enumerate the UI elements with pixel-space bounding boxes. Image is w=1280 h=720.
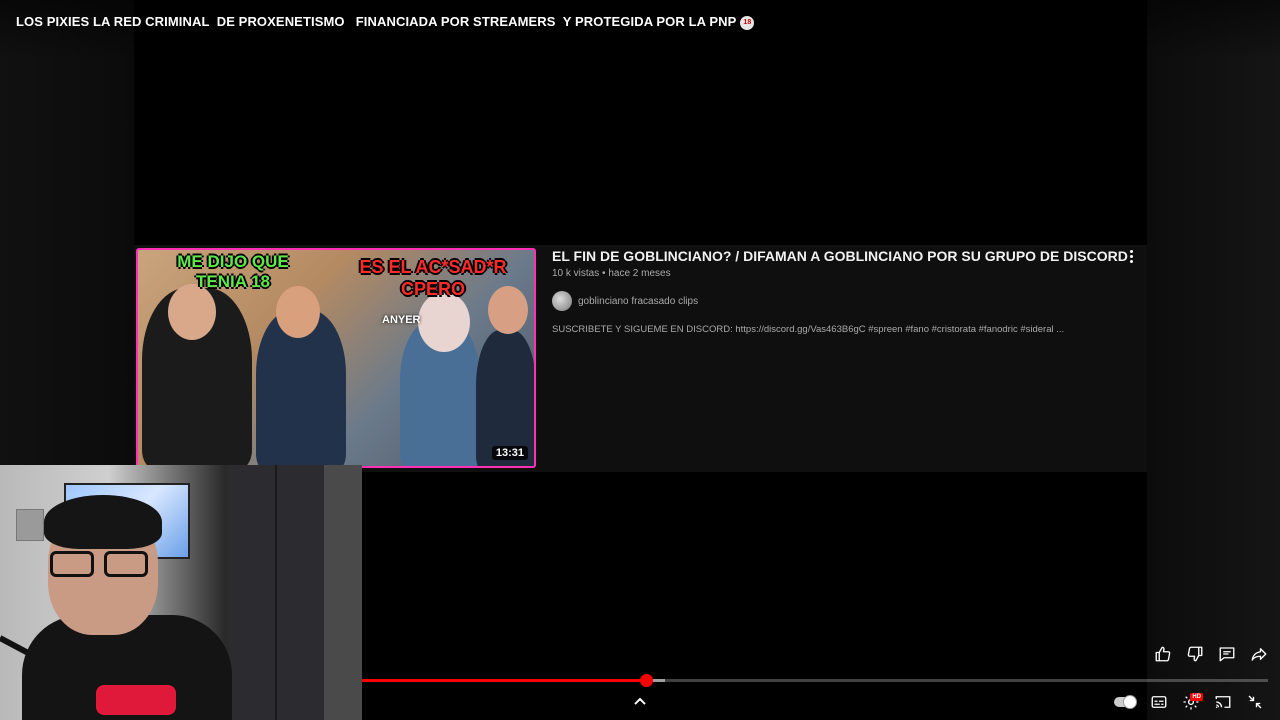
light-switch — [16, 509, 44, 541]
thumbnail-caption-right: ES EL AC*SAD*R CPERO — [359, 257, 507, 299]
video-player[interactable]: LOS PIXIES LA RED CRIMINAL DE PROXENETIS… — [0, 0, 1280, 720]
hd-badge: HD — [1190, 693, 1203, 701]
duration-badge: 13:31 — [491, 446, 528, 460]
chevron-up-icon[interactable] — [630, 692, 650, 710]
thumbnail-caption-left: ME DIJO QUE TENIA 18 — [177, 252, 289, 291]
channel-name[interactable]: goblinciano fracasado clips — [578, 296, 698, 307]
channel-link[interactable]: goblinciano fracasado clips — [552, 291, 698, 311]
player-controls: HD — [1110, 690, 1268, 714]
recommended-video-title[interactable]: EL FIN DE GOBLINCIANO? / DIFAMAN A GOBLI… — [552, 248, 1128, 264]
progress-played — [362, 679, 647, 682]
recommended-video-card[interactable]: ME DIJO QUE TENIA 18 ES EL AC*SAD*R CPER… — [134, 245, 1147, 472]
progress-bar[interactable] — [362, 674, 1268, 687]
meta-separator: • — [602, 268, 606, 279]
exit-fullscreen-icon[interactable] — [1242, 690, 1268, 714]
cast-icon[interactable] — [1210, 690, 1236, 714]
background-wardrobe — [228, 465, 324, 720]
video-title[interactable]: LOS PIXIES LA RED CRIMINAL DE PROXENETIS… — [16, 14, 755, 30]
subtitles-icon[interactable] — [1146, 690, 1172, 714]
autoplay-toggle[interactable] — [1110, 690, 1140, 714]
streamer-hair — [44, 495, 162, 549]
share-icon[interactable] — [1246, 642, 1272, 666]
microphone — [96, 685, 176, 715]
upload-age: hace 2 meses — [608, 268, 671, 279]
thumbs-up-icon[interactable] — [1150, 642, 1176, 666]
video-meta: 10 k vistas • hace 2 meses — [552, 268, 671, 279]
engagement-actions — [1150, 642, 1272, 666]
ambient-right — [1147, 0, 1280, 720]
background-wall — [324, 465, 362, 720]
age-restriction-icon: 18 — [740, 15, 755, 30]
video-title-text: LOS PIXIES LA RED CRIMINAL DE PROXENETIS… — [16, 14, 737, 29]
top-gradient — [0, 0, 1280, 60]
thumbnail-figure — [168, 284, 216, 340]
thumbnail-figure — [276, 286, 320, 338]
thumbnail-tag: ANYER — [382, 314, 421, 326]
streamer-glasses — [50, 551, 154, 581]
avatar[interactable] — [552, 291, 572, 311]
thumbs-down-icon[interactable] — [1182, 642, 1208, 666]
more-options-icon[interactable] — [1124, 247, 1138, 265]
video-thumbnail[interactable]: ME DIJO QUE TENIA 18 ES EL AC*SAD*R CPER… — [136, 248, 536, 468]
thumbnail-figure — [418, 292, 470, 352]
webcam-overlay — [0, 465, 362, 720]
comment-icon[interactable] — [1214, 642, 1240, 666]
settings-icon[interactable]: HD — [1178, 690, 1204, 714]
video-description: SUSCRIBETE Y SIGUEME EN DISCORD: https:/… — [552, 324, 1065, 335]
view-count: 10 k vistas — [552, 268, 600, 279]
